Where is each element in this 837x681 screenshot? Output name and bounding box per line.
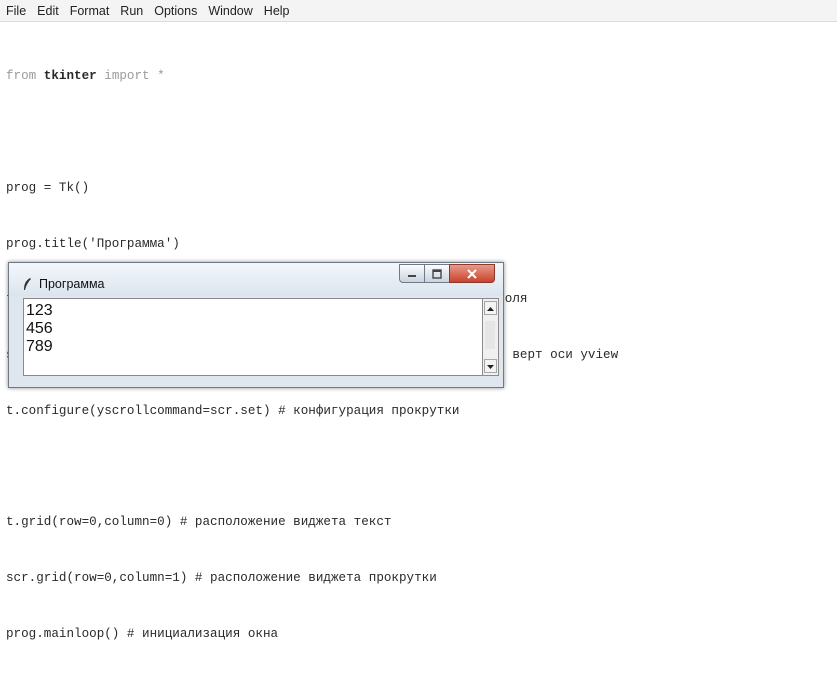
menu-file[interactable]: File xyxy=(6,4,26,18)
scrollbar-thumb[interactable] xyxy=(485,321,495,349)
menu-help[interactable]: Help xyxy=(264,4,290,18)
scroll-down-button[interactable] xyxy=(484,359,497,373)
text-line: 456 xyxy=(26,320,53,337)
close-icon xyxy=(467,268,477,279)
minimize-button[interactable] xyxy=(399,264,425,283)
code-line-6: t.configure(yscrollcommand=scr.set) # ко… xyxy=(6,403,460,418)
maximize-button[interactable] xyxy=(424,264,450,283)
code-line-9: prog.mainloop() # инициализация окна xyxy=(6,627,279,641)
menu-options[interactable]: Options xyxy=(154,4,197,18)
window-title-bar[interactable]: Программа xyxy=(9,263,503,296)
code-line-2: prog = Tk() xyxy=(6,180,90,195)
minimize-icon xyxy=(408,274,416,277)
menu-edit[interactable]: Edit xyxy=(37,4,59,18)
code-module-name: tkinter xyxy=(43,69,97,84)
text-widget[interactable]: 123 456 789 xyxy=(23,298,483,376)
window-title: Программа xyxy=(39,277,105,291)
text-line: 789 xyxy=(26,338,53,355)
code-import-rest: import * xyxy=(96,69,165,84)
code-line-3: prog.title('Программа') xyxy=(6,236,180,251)
menu-window[interactable]: Window xyxy=(208,4,252,18)
scroll-down-icon xyxy=(487,365,494,369)
menu-bar: File Edit Format Run Options Window Help xyxy=(0,0,837,22)
code-line-8: scr.grid(row=0,column=1) # расположение … xyxy=(6,571,437,586)
feather-icon xyxy=(23,278,31,290)
menu-format[interactable]: Format xyxy=(70,4,110,18)
text-line: 123 xyxy=(26,302,53,319)
code-from-keyword: from xyxy=(6,69,44,84)
close-button[interactable] xyxy=(449,264,495,283)
maximize-icon xyxy=(432,268,442,279)
code-line-7: t.grid(row=0,column=0) # расположение ви… xyxy=(6,515,392,530)
menu-run[interactable]: Run xyxy=(120,4,143,18)
window-controls xyxy=(399,264,495,285)
vertical-scrollbar[interactable] xyxy=(483,298,499,376)
code-line-1: from tkinter import * xyxy=(6,67,829,86)
tk-program-window: Программа 123 456 789 xyxy=(8,262,504,388)
scroll-up-button[interactable] xyxy=(484,301,497,315)
scroll-up-icon xyxy=(487,307,494,311)
